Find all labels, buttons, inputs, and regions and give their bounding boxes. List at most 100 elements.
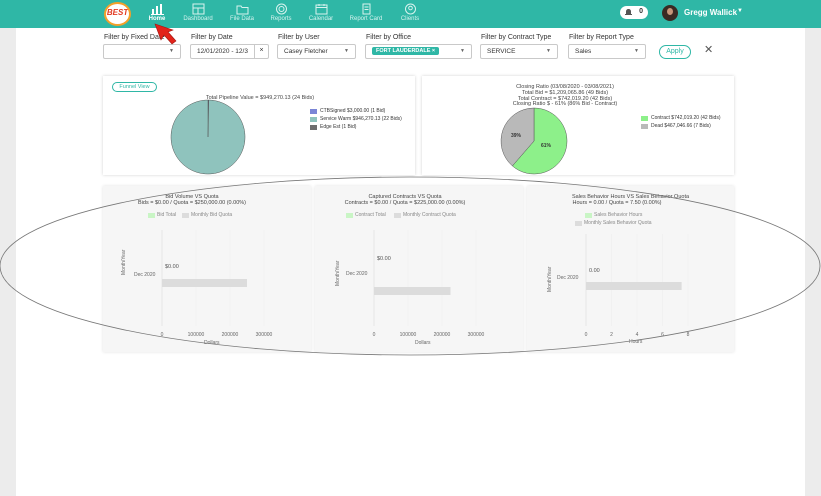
filter-user-value: Casey Fletcher	[284, 48, 328, 55]
pie-label-dead: 39%	[511, 133, 522, 139]
legend-monthly-sales-behavior-quota: Monthly Sales Behavior Quota	[584, 220, 652, 226]
legend-sales-behavior-hours: Sales Behavior Hours	[594, 212, 643, 218]
nav-home[interactable]: Home	[137, 3, 177, 22]
nav-clients-label: Clients	[400, 16, 420, 22]
legend-ctb-signed: CTBSigned $3,000.00 (1 Bid)	[320, 108, 386, 114]
bar-value-label: 7.5	[629, 283, 638, 289]
nav-calendar[interactable]: Calendar	[301, 3, 341, 22]
chevron-down-icon: ▼	[460, 48, 465, 54]
legend-swatch	[310, 109, 317, 114]
y-tick-label: Dec 2020	[557, 275, 579, 281]
x-axis-label: Dollars	[204, 340, 220, 346]
filter-contract-type-value: SERVICE	[487, 48, 516, 55]
home-chart-icon	[150, 4, 164, 15]
bar-value-label: $0.00	[377, 256, 391, 262]
folder-icon	[236, 5, 248, 15]
legend-monthly-contract-quota: Monthly Contract Quota	[403, 212, 456, 218]
office-tag-label: FORT LAUDERDALE	[376, 48, 431, 54]
legend-swatch	[641, 116, 648, 121]
filter-user-label: Filter by User	[278, 34, 320, 41]
clear-date-button[interactable]: ×	[254, 45, 268, 58]
user-name[interactable]: Gregg Wallick	[684, 8, 737, 17]
notifications-button[interactable]: 0	[620, 6, 648, 19]
nav-dashboard-label: Dashboard	[183, 16, 213, 22]
funnel-view-button[interactable]: Funnel View	[112, 82, 157, 92]
closing-ratio-title: Closing Ratio (03/08/2020 - 03/08/2021) …	[500, 84, 630, 108]
sales-behavior-card	[527, 186, 734, 352]
best-logo[interactable]: BEST	[104, 2, 131, 26]
bar-value-label: $250,000.00	[189, 280, 221, 286]
legend-monthly-bid-quota: Monthly Bid Quota	[191, 212, 233, 218]
legend-swatch	[585, 213, 592, 218]
legend-contract-total: Contract Total	[355, 212, 386, 218]
filter-date-value: 12/01/2020 - 12/3	[197, 48, 248, 55]
filter-report-type-label: Filter by Report Type	[569, 34, 634, 41]
office-tag-remove-icon[interactable]: ×	[432, 48, 435, 54]
logo-text: BEST	[106, 8, 129, 17]
filter-contract-type-label: Filter by Contract Type	[481, 34, 552, 41]
filter-contract-type-select[interactable]: SERVICE ▼	[480, 44, 558, 59]
chevron-down-icon: ▼	[634, 48, 639, 54]
pie-label-contract: 61%	[541, 143, 552, 149]
filter-date-input[interactable]: 12/01/2020 - 12/3 ×	[190, 44, 269, 59]
bar-value-label: 0.00	[589, 268, 600, 274]
captured-contracts-subtitle: Contracts = $0.00 / Quota = $225,000.00 …	[344, 200, 466, 206]
clients-icon	[404, 3, 416, 15]
bar-value-label: $0.00	[165, 264, 179, 270]
bid-volume-subtitle: Bids = $0.00 / Quota = $250,000.00 (0.00…	[138, 200, 246, 206]
nav-home-label: Home	[148, 16, 166, 22]
y-tick-label: Dec 2020	[134, 272, 156, 278]
nav-clients[interactable]: Clients	[390, 3, 430, 22]
report-card-icon	[362, 3, 370, 15]
nav-file-data-label: File Data	[229, 16, 254, 22]
filter-office-label: Filter by Office	[366, 34, 411, 41]
filter-fixed-date-select[interactable]: ▼	[103, 44, 181, 59]
legend-swatch	[310, 117, 317, 122]
x-axis-label: Dollars	[415, 340, 431, 346]
dashboard-icon	[192, 3, 204, 15]
nav-dashboard[interactable]: Dashboard	[178, 3, 218, 22]
filter-user-select[interactable]: Casey Fletcher ▼	[277, 44, 356, 59]
user-avatar[interactable]	[662, 5, 678, 21]
nav-calendar-label: Calendar	[308, 16, 334, 22]
y-axis-label: Month/Year	[335, 260, 341, 286]
legend-dead: Dead $467,046.66 (7 Bids)	[651, 123, 711, 129]
apply-button[interactable]: Apply	[659, 45, 691, 59]
nav-report-card[interactable]: Report Card	[346, 3, 386, 22]
chevron-down-icon: ▼	[169, 48, 174, 54]
sales-behavior-subtitle: Hours = 0.00 / Quota = 7.50 (0.00%)	[572, 200, 662, 206]
y-axis-label: Month/Year	[547, 266, 553, 292]
reports-icon	[275, 3, 287, 15]
bell-icon	[625, 9, 632, 15]
filter-date-label: Filter by Date	[191, 34, 233, 41]
legend-swatch	[394, 213, 401, 218]
nav-report-card-label: Report Card	[349, 16, 383, 22]
bar-value-label: $225,000.00	[396, 288, 428, 294]
legend-contract: Contract $742,019.20 (42 Bids)	[651, 115, 721, 121]
legend-swatch	[310, 125, 317, 130]
filter-fixed-date-label: Filter by Fixed Date	[104, 34, 165, 41]
y-axis-label: Month/Year	[121, 249, 127, 275]
filter-office-select[interactable]: FORT LAUDERDALE × ▼	[365, 44, 472, 59]
bid-volume-card	[103, 186, 311, 352]
nav-reports[interactable]: Reports	[261, 3, 301, 22]
filter-report-type-select[interactable]: Sales ▼	[568, 44, 646, 59]
close-filters-icon[interactable]: ✕	[704, 43, 713, 56]
nav-file-data[interactable]: File Data	[222, 3, 262, 22]
legend-service-warm: Service Warm $946,270.13 (22 Bids)	[320, 116, 402, 122]
legend-swatch	[641, 124, 648, 129]
chevron-down-icon: ▼	[546, 48, 551, 54]
x-axis-label: Hours	[629, 339, 643, 345]
legend-bid-total: Bid Total	[157, 212, 177, 218]
nav-reports-label: Reports	[270, 16, 292, 22]
legend-edge-est: Edge Est (1 Bid)	[320, 124, 357, 130]
legend-swatch	[182, 213, 189, 218]
user-menu-caret-icon[interactable]: ▼	[737, 8, 743, 14]
office-tag[interactable]: FORT LAUDERDALE ×	[372, 47, 440, 55]
chevron-down-icon: ▼	[344, 48, 349, 54]
top-navigation-bar: BEST Home Dashboard File Data Reports Ca…	[0, 0, 821, 28]
notifications-count: 0	[639, 8, 643, 15]
filter-report-type-value: Sales	[575, 48, 592, 55]
closing-title-line: Closing Ratio $ - 61% (86% Bid - Contrac…	[512, 101, 618, 108]
captured-contracts-card	[315, 186, 523, 352]
